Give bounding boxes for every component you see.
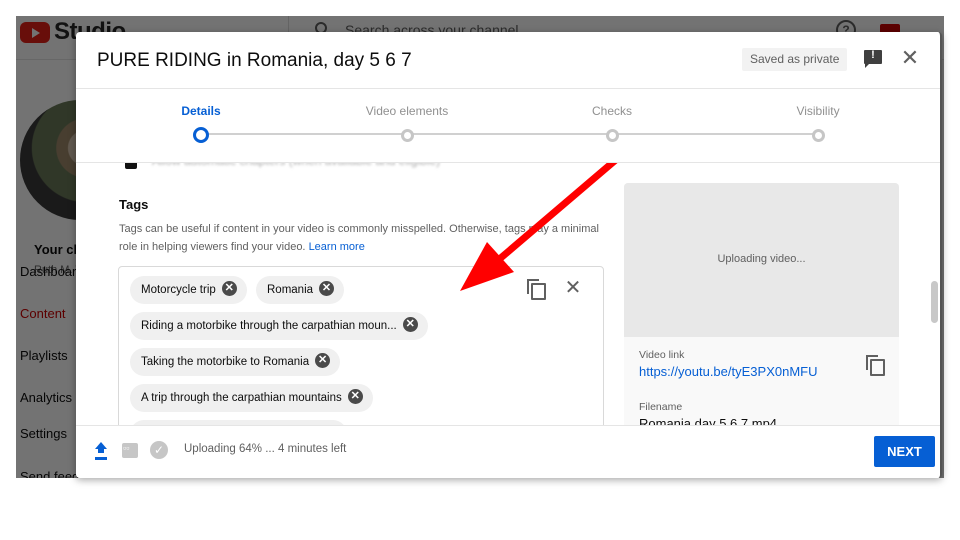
feedback-icon[interactable]: [864, 49, 882, 68]
copy-tags-icon[interactable]: [527, 279, 546, 300]
remove-tag-icon[interactable]: ✕: [221, 281, 237, 297]
video-link-label: Video link: [639, 349, 685, 361]
hd-processing-icon: [122, 443, 138, 458]
video-preview-card: Uploading video... Video link https://yo…: [624, 183, 899, 425]
saved-status-badge: Saved as private: [742, 48, 848, 71]
checks-complete-icon: ✓: [150, 441, 168, 459]
step-details[interactable]: Details: [121, 104, 281, 143]
tags-input[interactable]: Motorcycle trip ✕ Romania ✕ Riding a motor…: [118, 266, 604, 425]
learn-more-link[interactable]: Learn more: [309, 241, 365, 253]
copy-link-icon[interactable]: [866, 355, 885, 376]
step-dot-icon: [812, 129, 825, 142]
video-link[interactable]: https://youtu.be/tyE3PX0nMFU: [639, 364, 817, 379]
step-visibility[interactable]: Visibility: [738, 104, 898, 142]
filename-value: Romania day 5 6 7.mp4: [639, 416, 778, 425]
tag-chip: Riding a motorbike through the carpathia…: [130, 312, 428, 340]
auto-chapters-checkbox[interactable]: [125, 163, 137, 169]
filename-label: Filename: [639, 401, 683, 413]
upload-stepper: Details Video elements Checks Visibility: [76, 90, 940, 163]
upload-details-dialog: PURE RIDING in Romania, day 5 6 7 Saved …: [76, 32, 942, 478]
tag-chip: Taking the motorbike to Romania ✕: [130, 348, 341, 376]
remove-tag-icon[interactable]: ✕: [319, 281, 335, 297]
step-label: Checks: [591, 104, 632, 118]
tags-heading: Tags: [119, 197, 149, 212]
tag-chip: Motorcycle trip ✕: [130, 276, 247, 304]
step-label: Visibility: [796, 104, 840, 118]
close-icon[interactable]: ✕: [898, 46, 922, 70]
step-label: Details: [181, 104, 221, 118]
video-title: PURE RIDING in Romania, day 5 6 7: [97, 50, 412, 71]
remove-tag-icon[interactable]: ✕: [315, 353, 331, 369]
clear-tags-icon[interactable]: ✕: [564, 278, 582, 298]
tag-chip: Romania ✕: [256, 276, 345, 304]
upload-preview-status: Uploading video...: [717, 253, 806, 265]
step-checks[interactable]: Checks: [532, 104, 692, 142]
tag-chip-label: Romania: [267, 284, 314, 296]
tag-chip-label: Motorcycle trip: [141, 284, 216, 296]
video-preview: Uploading video...: [624, 183, 899, 337]
screenshot-stage: Studio Search across your channel ? Your…: [0, 0, 960, 540]
remove-tag-icon[interactable]: ✕: [347, 389, 363, 405]
tag-chip-label: Taking the motorbike to Romania: [141, 356, 310, 368]
stepper-track: [679, 133, 819, 135]
dialog-header: PURE RIDING in Romania, day 5 6 7 Saved …: [76, 32, 940, 89]
tag-chip-label: A trip through the carpathian mountains: [141, 392, 342, 404]
next-button[interactable]: NEXT: [874, 436, 935, 467]
tag-chip-label: Riding a motorbike through the carpathia…: [141, 320, 397, 332]
upload-progress-text: Uploading 64% ... 4 minutes left: [184, 443, 347, 455]
auto-chapters-label: Allow automatic chapters (when available…: [152, 163, 440, 168]
step-active-dot-icon: [193, 127, 209, 143]
step-dot-icon: [401, 129, 414, 142]
step-video-elements[interactable]: Video elements: [327, 104, 487, 142]
step-dot-icon: [606, 129, 619, 142]
dialog-footer: ✓ Uploading 64% ... 4 minutes left NEXT: [76, 425, 940, 478]
step-label: Video elements: [365, 104, 449, 118]
details-content: Allow automatic chapters (when available…: [76, 163, 940, 425]
upload-icon: [94, 442, 108, 458]
tag-chip: A trip through the carpathian mountains ✕: [130, 384, 373, 412]
tags-help-text: Tags can be useful if content in your vi…: [119, 220, 599, 256]
remove-tag-icon[interactable]: ✕: [402, 317, 418, 333]
content-scrollbar[interactable]: [931, 281, 938, 323]
